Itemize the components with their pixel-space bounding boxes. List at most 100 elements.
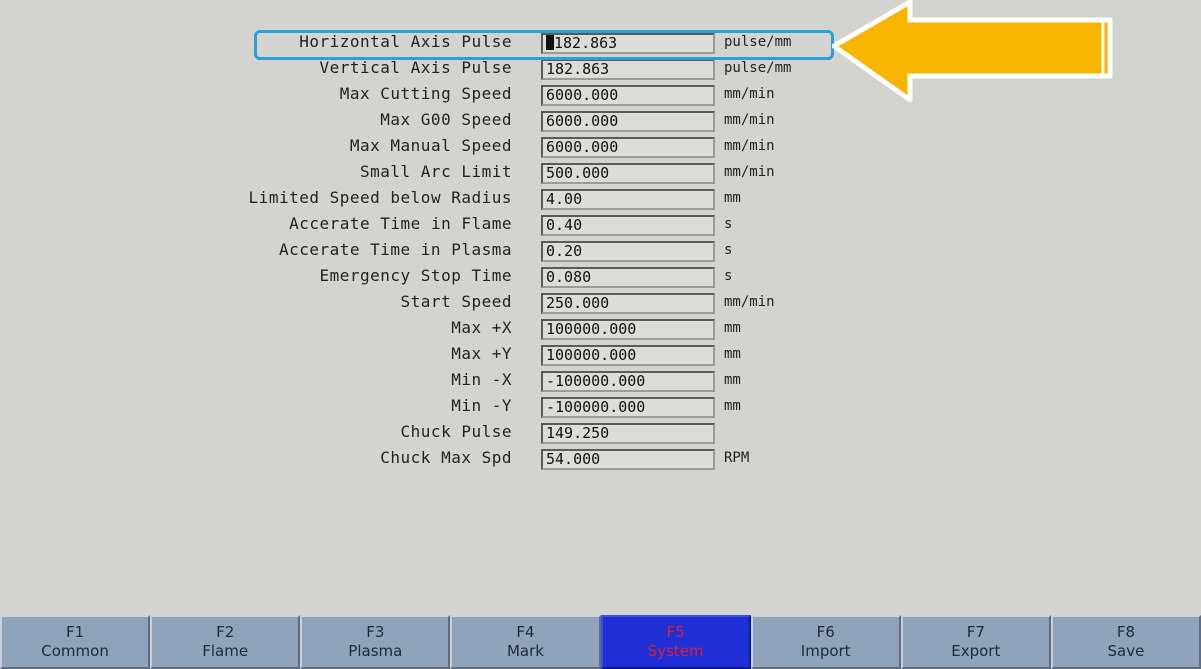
- function-key-label: Save: [1107, 642, 1145, 660]
- parameter-row: Accerate Time in Plasma 0.20 s: [0, 238, 1201, 264]
- parameter-row: Max +X 100000.000 mm: [0, 316, 1201, 342]
- parameter-value-field[interactable]: 6000.000: [541, 85, 715, 106]
- parameter-row: Max G00 Speed 6000.000 mm/min: [0, 108, 1201, 134]
- parameter-unit: mm/min: [724, 138, 775, 154]
- parameter-row: Emergency Stop Time 0.080 s: [0, 264, 1201, 290]
- parameter-value-field[interactable]: 182.863: [541, 59, 715, 80]
- parameter-row: Start Speed 250.000 mm/min: [0, 290, 1201, 316]
- parameter-value-field[interactable]: 54.000: [541, 449, 715, 470]
- parameter-label: Accerate Time in Flame: [289, 214, 512, 233]
- parameter-value-text: 6000.000: [546, 112, 619, 130]
- function-key-number: F5: [666, 623, 685, 641]
- highlight-box: [254, 30, 834, 60]
- parameter-value-text: 149.250: [546, 424, 610, 442]
- function-key-f7[interactable]: F7 Export: [900, 615, 1051, 669]
- function-key-label: Plasma: [348, 642, 403, 660]
- parameter-value-field[interactable]: 0.40: [541, 215, 715, 236]
- parameter-value-text: 500.000: [546, 164, 610, 182]
- parameter-row: Chuck Pulse 149.250: [0, 420, 1201, 446]
- parameter-label: Max Cutting Speed: [339, 84, 512, 103]
- function-key-f4[interactable]: F4 Mark: [450, 615, 601, 669]
- parameter-value-text: 0.20: [546, 242, 583, 260]
- parameter-value-field[interactable]: 0.20: [541, 241, 715, 262]
- function-key-label: Common: [41, 642, 109, 660]
- parameter-row: Max +Y 100000.000 mm: [0, 342, 1201, 368]
- parameter-value-field[interactable]: 6000.000: [541, 111, 715, 132]
- parameter-row: Limited Speed below Radius 4.00 mm: [0, 186, 1201, 212]
- function-key-f6[interactable]: F6 Import: [750, 615, 901, 669]
- parameter-unit: mm/min: [724, 164, 775, 180]
- parameter-row: Max Manual Speed 6000.000 mm/min: [0, 134, 1201, 160]
- function-key-f1[interactable]: F1 Common: [0, 615, 151, 669]
- parameter-unit: s: [724, 216, 733, 232]
- parameter-value-field[interactable]: 0.080: [541, 267, 715, 288]
- parameter-row: Chuck Max Spd 54.000 RPM: [0, 446, 1201, 472]
- function-key-number: F3: [366, 623, 385, 641]
- parameter-value-field[interactable]: 4.00: [541, 189, 715, 210]
- parameter-unit: mm: [724, 372, 741, 388]
- parameter-value-field[interactable]: -100000.000: [541, 371, 715, 392]
- parameter-label: Min -X: [451, 370, 512, 389]
- parameter-label: Vertical Axis Pulse: [319, 58, 512, 77]
- parameter-value-field[interactable]: 250.000: [541, 293, 715, 314]
- parameter-value-text: 100000.000: [546, 346, 637, 364]
- parameter-value-text: 0.080: [546, 268, 592, 286]
- parameter-value-field[interactable]: 500.000: [541, 163, 715, 184]
- parameter-value-field[interactable]: 100000.000: [541, 345, 715, 366]
- parameter-value-text: -100000.000: [546, 372, 646, 390]
- parameter-label: Emergency Stop Time: [319, 266, 512, 285]
- parameter-label: Limited Speed below Radius: [248, 188, 512, 207]
- function-key-number: F8: [1116, 623, 1136, 641]
- parameter-unit: mm/min: [724, 86, 775, 102]
- parameter-unit: mm: [724, 190, 741, 206]
- parameter-label: Max +X: [451, 318, 512, 337]
- function-key-bar: F1 Common F2 Flame F3 Plasma F4 Mark F5 System F6 I…: [0, 615, 1201, 669]
- parameter-value-text: 100000.000: [546, 320, 637, 338]
- parameter-label: Chuck Pulse: [400, 422, 512, 441]
- parameter-unit: mm: [724, 398, 741, 414]
- parameter-value-field[interactable]: 149.250: [541, 423, 715, 444]
- parameter-screen: Horizontal Axis Pulse 182.863 pulse/mm Vert…: [0, 0, 1201, 669]
- function-key-number: F6: [816, 623, 835, 641]
- function-key-f3[interactable]: F3 Plasma: [300, 615, 451, 669]
- function-key-f8[interactable]: F8 Save: [1050, 615, 1201, 669]
- function-key-f2[interactable]: F2 Flame: [150, 615, 301, 669]
- function-key-number: F1: [65, 623, 85, 641]
- function-key-label: Mark: [506, 642, 544, 660]
- parameter-label: Max Manual Speed: [349, 136, 512, 155]
- parameter-value-text: 54.000: [546, 450, 601, 468]
- parameter-value-text: 6000.000: [546, 86, 619, 104]
- parameter-unit: s: [724, 242, 733, 258]
- parameter-unit: pulse/mm: [724, 60, 792, 76]
- parameter-value-text: -100000.000: [546, 398, 646, 416]
- parameter-row: Small Arc Limit 500.000 mm/min: [0, 160, 1201, 186]
- parameter-label: Accerate Time in Plasma: [278, 240, 512, 259]
- parameter-value-text: 182.863: [546, 60, 610, 78]
- parameter-label: Max G00 Speed: [380, 110, 512, 129]
- function-key-number: F2: [216, 623, 235, 641]
- parameter-label: Small Arc Limit: [360, 162, 512, 181]
- function-key-label: Flame: [202, 642, 249, 660]
- function-key-label: Import: [800, 642, 851, 660]
- parameter-row: Accerate Time in Flame 0.40 s: [0, 212, 1201, 238]
- function-key-f5[interactable]: F5 System: [600, 615, 751, 669]
- parameter-value-text: 250.000: [546, 294, 610, 312]
- parameter-unit: mm: [724, 320, 741, 336]
- function-key-number: F4: [516, 623, 535, 641]
- parameter-value-field[interactable]: 100000.000: [541, 319, 715, 340]
- parameter-unit: mm/min: [724, 112, 775, 128]
- parameter-value-text: 4.00: [546, 190, 583, 208]
- function-key-label: Export: [951, 642, 1001, 660]
- parameter-unit: RPM: [724, 450, 750, 466]
- parameter-label: Start Speed: [400, 292, 512, 311]
- parameter-value-field[interactable]: -100000.000: [541, 397, 715, 418]
- arrow-left-icon: [832, 0, 1113, 102]
- function-key-label: System: [647, 642, 704, 660]
- parameter-unit: mm/min: [724, 294, 775, 310]
- parameter-unit: mm: [724, 346, 741, 362]
- parameter-row: Min -Y -100000.000 mm: [0, 394, 1201, 420]
- parameter-value-field[interactable]: 6000.000: [541, 137, 715, 158]
- parameter-label: Min -Y: [451, 396, 512, 415]
- parameter-value-text: 0.40: [546, 216, 583, 234]
- parameter-value-text: 6000.000: [546, 138, 619, 156]
